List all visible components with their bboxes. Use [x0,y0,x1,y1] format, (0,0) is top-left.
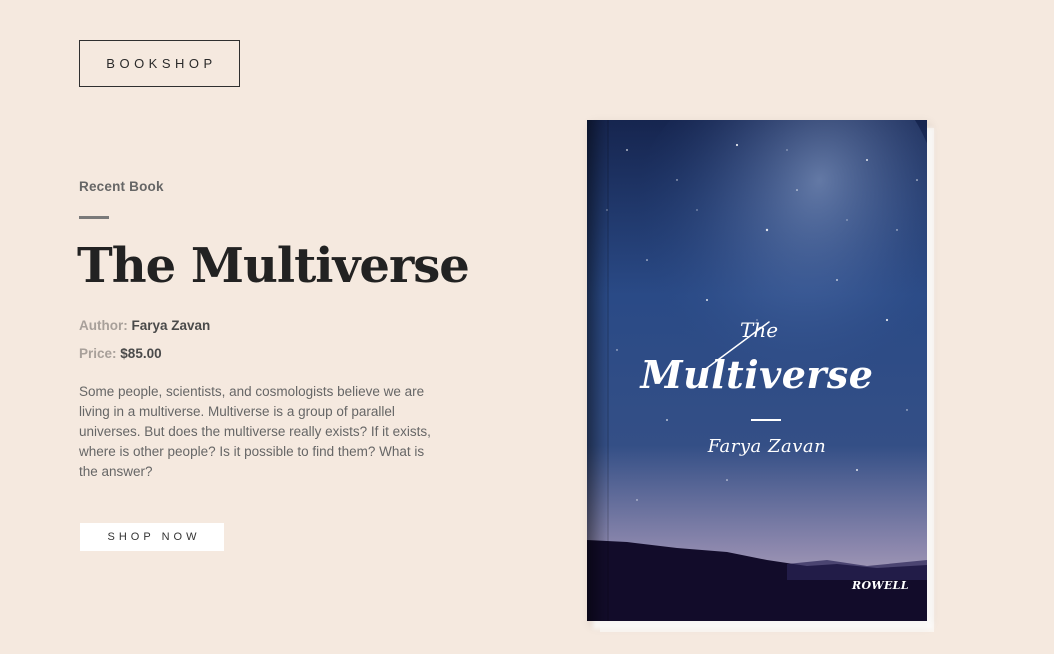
cover-author: Farya Zavan [707,436,827,457]
bookshop-logo[interactable]: BOOKSHOP [79,40,240,87]
book-description: Some people, scientists, and cosmologist… [79,384,431,479]
price-label: Price: [79,346,117,361]
book-cover-image[interactable]: The Multiverse Farya Zavan ROWELL [587,120,927,621]
author-label: Author: [79,318,128,333]
price-value: $85.00 [120,346,162,361]
author-line: Author: Farya Zavan [79,318,210,333]
author-value: Farya Zavan [131,318,211,333]
logo-text: BOOKSHOP [106,56,217,71]
price-line: Price: $85.00 [79,346,162,361]
cover-title-prefix: The [740,318,779,342]
book-title: The Multiverse [77,238,470,294]
cover-divider [751,419,781,421]
eyebrow-divider [79,216,109,219]
section-eyebrow: Recent Book [79,179,164,194]
shop-now-button[interactable]: SHOP NOW [80,523,224,551]
cover-title: Multiverse [640,352,874,397]
cover-publisher: ROWELL [852,579,909,592]
